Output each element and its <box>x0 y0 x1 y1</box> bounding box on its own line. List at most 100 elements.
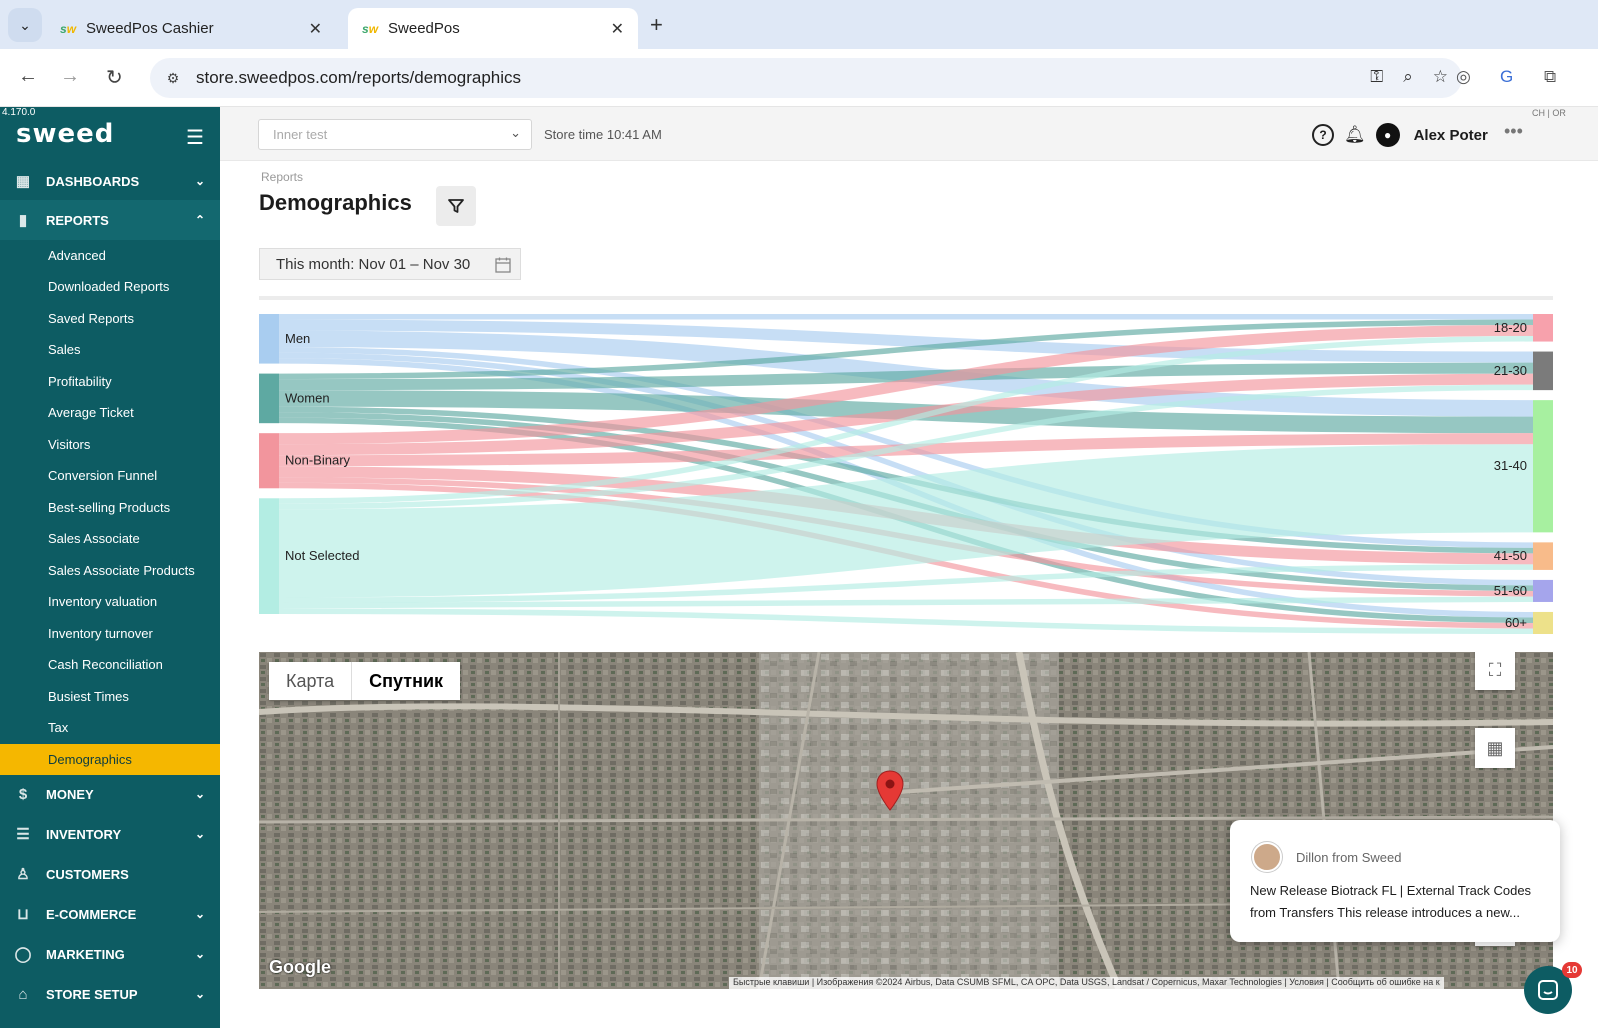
sidebar-item-best-selling-products[interactable]: Best-selling Products <box>0 492 220 523</box>
home-icon: ⌂ <box>18 985 28 1003</box>
filter-button[interactable] <box>436 186 476 226</box>
avatar[interactable]: ● <box>1375 123 1400 147</box>
sidebar: 4.170.0 sweed ☰ ▦ DASHBOARDS ⌄ ▮ REPORTS… <box>0 107 220 1028</box>
sidebar-item-advanced[interactable]: Advanced <box>0 240 220 271</box>
chevron-down-icon: ⌄ <box>194 947 206 961</box>
sidebar-item-cash-reconciliation[interactable]: Cash Reconciliation <box>0 649 220 680</box>
sankey-node-non-binary[interactable] <box>259 433 279 489</box>
back-icon[interactable]: ← <box>18 65 38 88</box>
chat-message-card[interactable]: Dillon from Sweed New Release Biotrack F… <box>1230 820 1560 942</box>
browser-tab-sweedpos[interactable]: sw SweedPos ✕ <box>348 8 638 49</box>
chevron-up-icon: ⌃ <box>194 213 206 227</box>
chat-sender: Dillon from Sweed <box>1296 850 1402 865</box>
store-time: Store time 10:41 AM <box>544 127 662 142</box>
sidebar-item-tax[interactable]: Tax <box>0 712 220 743</box>
nav-customers[interactable]: ♙ CUSTOMERS <box>0 854 220 894</box>
store-select[interactable]: Inner test ⌄ <box>258 119 532 150</box>
sidebar-item-inventory-valuation[interactable]: Inventory valuation <box>0 586 220 617</box>
location-marker-icon[interactable] <box>875 770 905 812</box>
map-attribution[interactable]: Быстрые клавиши | Изображения ©2024 Airb… <box>729 977 1444 989</box>
password-key-icon[interactable]: ⚿ <box>1370 67 1383 87</box>
breadcrumb[interactable]: Reports <box>261 170 303 184</box>
user-icon: ♙ <box>16 866 30 883</box>
chat-icon <box>1538 980 1558 1000</box>
region-tag: CH | OR <box>1532 108 1566 118</box>
map-tab-map[interactable]: Карта <box>269 662 351 700</box>
sidebar-item-sales[interactable]: Sales <box>0 334 220 365</box>
avatar <box>1252 842 1282 872</box>
fullscreen-icon: ⛶ <box>1488 659 1502 680</box>
sidebar-item-conversion-funnel[interactable]: Conversion Funnel <box>0 460 220 491</box>
browser-tab-cashier[interactable]: sw SweedPos Cashier ✕ <box>46 8 336 49</box>
sankey-label-21-30: 21-30 <box>1494 363 1527 378</box>
nav-inventory[interactable]: ☰ INVENTORY ⌄ <box>0 814 220 854</box>
date-range-picker[interactable]: This month: Nov 01 – Nov 30 <box>259 248 521 280</box>
sidebar-item-profitability[interactable]: Profitability <box>0 366 220 397</box>
bell-icon[interactable]: 🔔︎ <box>1344 125 1366 145</box>
more-options-icon[interactable]: ••• <box>1504 121 1523 142</box>
bookmark-star-icon[interactable]: ☆ <box>1433 67 1448 87</box>
nav-money[interactable]: $ MONEY ⌄ <box>0 774 220 814</box>
zoom-icon[interactable]: ⌕ <box>1403 67 1413 87</box>
sidebar-item-sales-associate[interactable]: Sales Associate <box>0 523 220 554</box>
tab-close-icon[interactable]: ✕ <box>309 19 322 39</box>
chevron-down-icon: ⌄ <box>194 174 206 188</box>
nav-e-commerce[interactable]: ⊔ E-COMMERCE ⌄ <box>0 894 220 934</box>
sidebar-item-average-ticket[interactable]: Average Ticket <box>0 397 220 428</box>
chevron-down-icon: ⌄ <box>194 987 206 1001</box>
reload-icon[interactable]: ↻ <box>106 65 123 90</box>
tab-search-button[interactable]: ⌄ <box>8 8 42 42</box>
store-select-placeholder: Inner test <box>273 127 328 142</box>
tab-close-icon[interactable]: ✕ <box>611 19 624 39</box>
sankey-label-non-binary: Non-Binary <box>285 453 351 468</box>
new-tab-icon[interactable]: + <box>650 12 663 38</box>
sweed-logo[interactable]: sweed <box>16 119 114 149</box>
site-info-icon[interactable]: ⚙ <box>156 70 190 87</box>
sidebar-item-busiest-times[interactable]: Busiest Times <box>0 681 220 712</box>
sankey-node-60[interactable] <box>1533 611 1553 634</box>
sidebar-item-inventory-turnover[interactable]: Inventory turnover <box>0 618 220 649</box>
nav-marketing[interactable]: ◯ MARKETING ⌄ <box>0 934 220 974</box>
extensions-puzzle-icon[interactable]: ⧉ <box>1544 67 1556 87</box>
sidebar-item-visitors[interactable]: Visitors <box>0 429 220 460</box>
chevron-down-icon: ⌄ <box>194 907 206 921</box>
unread-count-badge: 10 <box>1562 962 1582 978</box>
fullscreen-button[interactable]: ⛶ <box>1475 652 1515 690</box>
basket-icon: ⊔ <box>17 906 29 923</box>
nav-label: MARKETING <box>46 946 125 962</box>
nav-store-setup[interactable]: ⌂ STORE SETUP ⌄ <box>0 974 220 1014</box>
forward-icon[interactable]: → <box>60 65 80 88</box>
sankey-node-18-20[interactable] <box>1533 314 1553 342</box>
sankey-node-51-60[interactable] <box>1533 579 1553 602</box>
sidebar-item-downloaded-reports[interactable]: Downloaded Reports <box>0 271 220 302</box>
sankey-node-women[interactable] <box>259 373 279 424</box>
sidebar-item-demographics[interactable]: Demographics <box>0 744 220 775</box>
sidebar-item-sales-associate-products[interactable]: Sales Associate Products <box>0 555 220 586</box>
section-divider <box>259 296 1553 300</box>
tab-title: SweedPos Cashier <box>86 20 214 37</box>
nav-label: MONEY <box>46 786 94 802</box>
help-icon[interactable]: ? <box>1312 124 1334 146</box>
menu-toggle-icon[interactable]: ☰ <box>186 125 204 150</box>
map-tab-satellite[interactable]: Спутник <box>351 662 460 700</box>
chevron-down-icon: ⌄ <box>194 827 206 841</box>
sankey-label-60: 60+ <box>1505 615 1527 630</box>
sankey-node-men[interactable] <box>259 314 279 364</box>
page-title: Demographics <box>259 190 412 215</box>
nav-label: INVENTORY <box>46 826 122 842</box>
map-layers-button[interactable]: ▦ <box>1475 728 1515 768</box>
nav-reports[interactable]: ▮ REPORTS ⌃ <box>0 200 220 240</box>
sankey-node-31-40[interactable] <box>1533 400 1553 533</box>
nav-dashboards[interactable]: ▦ DASHBOARDS ⌄ <box>0 161 220 201</box>
sankey-node-not-selected[interactable] <box>259 498 279 614</box>
sankey-label-31-40: 31-40 <box>1494 458 1527 473</box>
nav-label: DASHBOARDS <box>46 173 140 189</box>
address-bar[interactable]: ⚙ store.sweedpos.com/reports/demographic… <box>150 58 1462 98</box>
user-name[interactable]: Alex Poter <box>1414 127 1488 144</box>
translate-icon[interactable]: G <box>1500 67 1513 87</box>
sidebar-item-saved-reports[interactable]: Saved Reports <box>0 303 220 334</box>
sankey-node-21-30[interactable] <box>1533 351 1553 391</box>
extension-icon[interactable]: ◎ <box>1456 67 1471 87</box>
sankey-label-18-20: 18-20 <box>1494 320 1527 335</box>
sankey-node-41-50[interactable] <box>1533 542 1553 570</box>
